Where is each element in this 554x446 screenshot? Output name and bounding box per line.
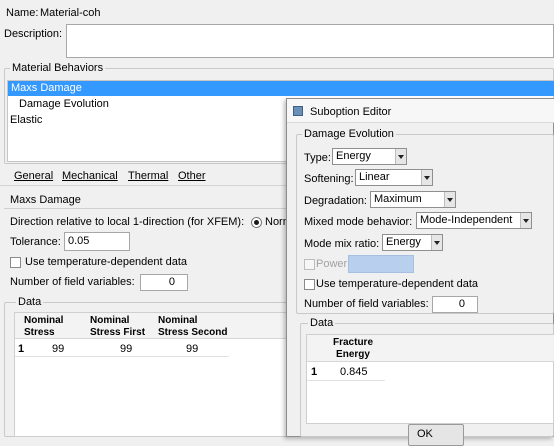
degradation-select[interactable]: Maximum	[370, 191, 456, 208]
field-variables-label: Number of field variables:	[10, 276, 135, 288]
power-field[interactable]	[348, 255, 414, 273]
column-header[interactable]: Nominal Stress Second Direction	[158, 315, 228, 339]
direction-label: Direction relative to local 1-direction …	[10, 216, 245, 228]
description-label: Description:	[4, 28, 63, 40]
softening-select[interactable]: Linear	[355, 169, 433, 186]
behavior-item-elastic[interactable]: Elastic	[10, 114, 42, 126]
sub-data-title: Data	[308, 317, 336, 330]
table-cell[interactable]: 99	[120, 343, 132, 355]
direction-radio[interactable]	[251, 217, 262, 228]
table-cell[interactable]: 99	[186, 343, 198, 355]
damage-evolution-title: Damage Evolution	[302, 128, 396, 141]
table-cell[interactable]: 0.845	[340, 366, 368, 378]
behavior-item-damage-evolution[interactable]: Damage Evolution	[19, 98, 109, 110]
radio-dot	[254, 220, 259, 225]
softening-value: Linear	[359, 171, 390, 183]
data-group-title: Data	[16, 296, 44, 309]
degradation-value: Maximum	[374, 193, 422, 205]
column-header[interactable]: Nominal Stress Normal-only Mode	[24, 315, 88, 339]
menu-thermal[interactable]: Thermal	[128, 170, 168, 182]
chevron-down-icon[interactable]	[395, 149, 406, 164]
power-checkbox[interactable]	[304, 259, 315, 270]
mode-mix-label: Mode mix ratio:	[304, 238, 380, 250]
mixed-mode-value: Mode-Independent	[420, 214, 513, 226]
description-field[interactable]	[66, 24, 554, 58]
mode-mix-select[interactable]: Energy	[382, 234, 443, 251]
menu-other[interactable]: Other	[178, 170, 206, 182]
tolerance-label: Tolerance:	[10, 236, 61, 248]
chevron-down-icon[interactable]	[444, 192, 455, 207]
sub-temp-dependent-label: Use temperature-dependent data	[316, 278, 479, 290]
field-variables-spinner[interactable]: 0	[140, 274, 188, 291]
chevron-down-icon[interactable]	[421, 170, 432, 185]
mixed-mode-label: Mixed mode behavior:	[304, 216, 413, 228]
sub-temp-dependent-checkbox[interactable]	[304, 279, 315, 290]
maxs-damage-title: Maxs Damage	[10, 194, 81, 206]
power-label: Power	[316, 258, 348, 270]
table-cell[interactable]: 99	[52, 343, 64, 355]
material-name: Material-coh	[40, 7, 101, 19]
name-label: Name:	[6, 7, 39, 19]
temp-dependent-label: Use temperature-dependent data	[25, 256, 188, 268]
row-index: 1	[311, 366, 318, 378]
mode-mix-value: Energy	[386, 236, 421, 248]
temp-dependent-checkbox[interactable]	[10, 257, 21, 268]
degradation-label: Degradation:	[304, 195, 367, 207]
row-divider	[15, 356, 229, 357]
behavior-item-maxs-damage[interactable]	[8, 81, 554, 96]
material-behaviors-title: Material Behaviors	[10, 62, 106, 75]
row-divider	[307, 380, 385, 381]
column-header[interactable]: Nominal Stress First Direction	[90, 315, 156, 339]
sub-field-variables-label: Number of field variables:	[304, 298, 429, 310]
app-icon	[293, 106, 303, 116]
sub-field-variables-spinner[interactable]: 0	[432, 296, 478, 313]
softening-label: Softening:	[304, 173, 354, 185]
ok-button[interactable]: OK	[408, 424, 464, 446]
ok-button-label: OK	[417, 428, 433, 440]
type-value: Energy	[336, 150, 371, 162]
section-divider	[4, 208, 288, 209]
chevron-down-icon[interactable]	[431, 235, 442, 250]
type-select[interactable]: Energy	[332, 148, 407, 165]
tolerance-field[interactable]: 0.05	[64, 232, 130, 251]
suboption-window-title: Suboption Editor	[310, 106, 392, 118]
column-header-fracture-energy[interactable]: Fracture Energy	[324, 337, 382, 361]
chevron-down-icon[interactable]	[520, 213, 531, 228]
menu-mechanical[interactable]: Mechanical	[62, 170, 118, 182]
mixed-mode-select[interactable]: Mode-Independent	[416, 212, 532, 229]
type-label: Type:	[304, 152, 331, 164]
behavior-item-label: Maxs Damage	[11, 82, 82, 94]
row-index: 1	[18, 343, 25, 355]
menu-general[interactable]: General	[14, 170, 53, 182]
